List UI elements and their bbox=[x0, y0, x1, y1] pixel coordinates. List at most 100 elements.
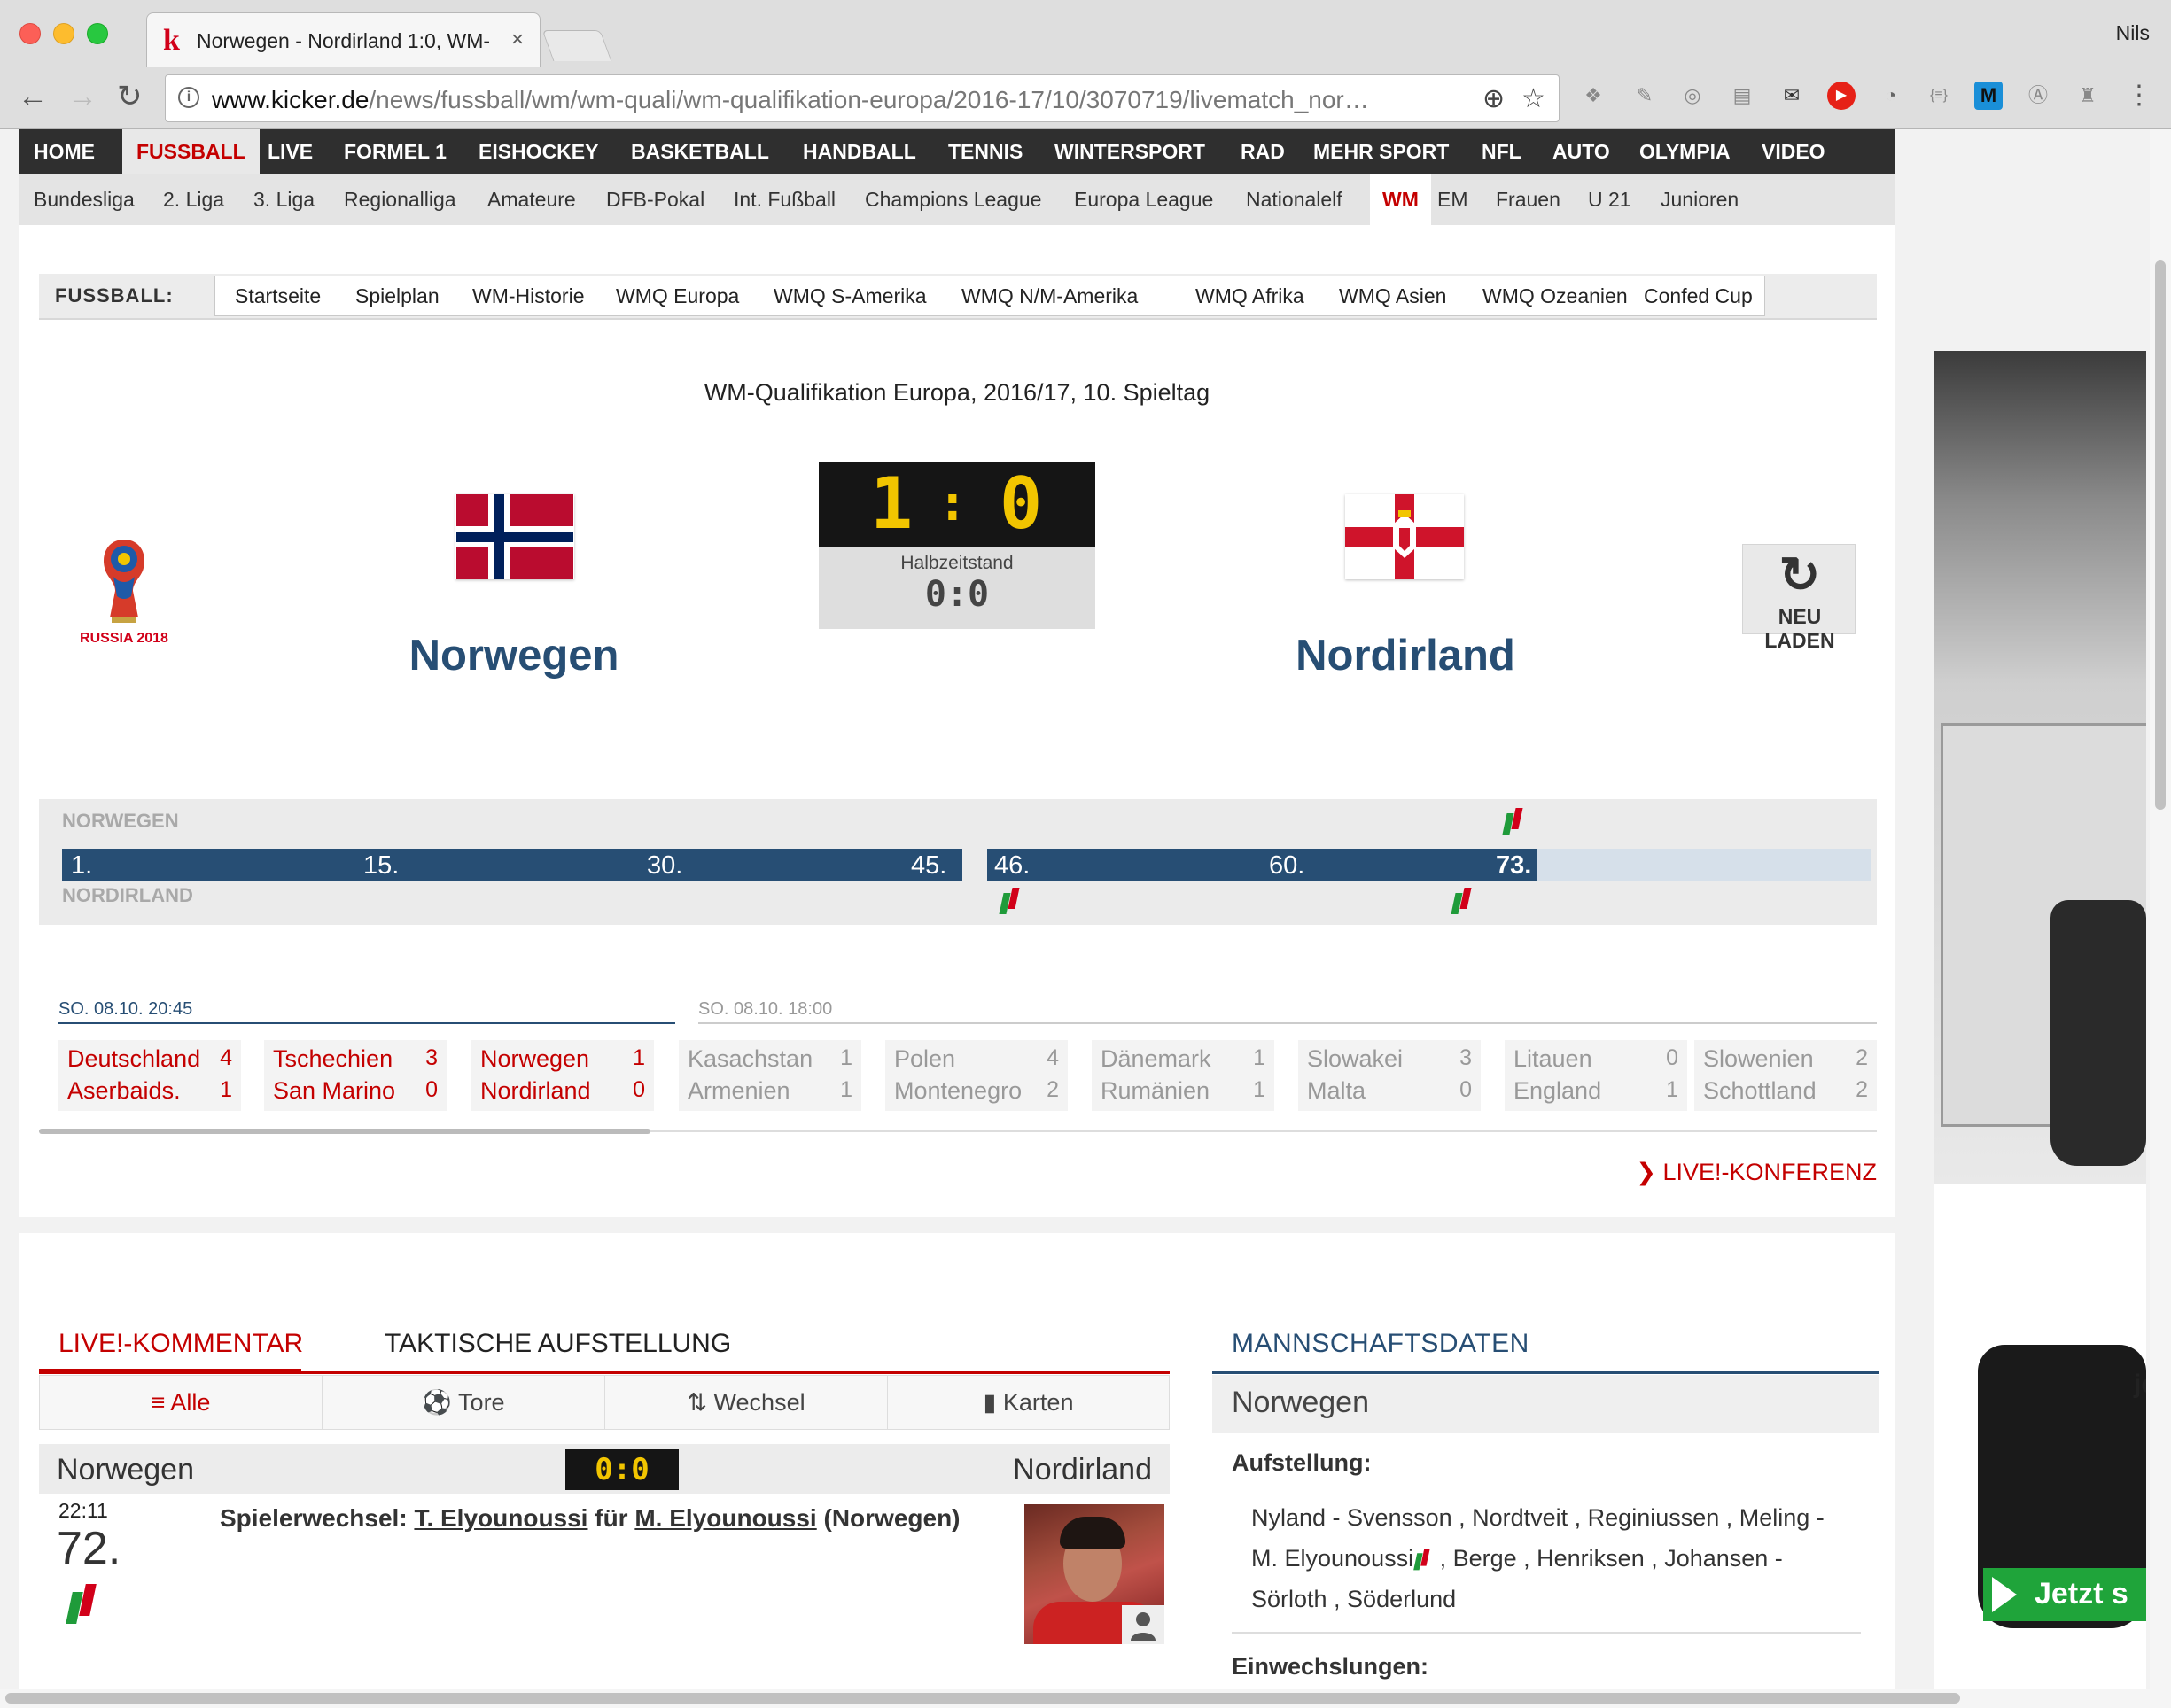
comp-wmq-afrika[interactable]: WMQ Afrika bbox=[1195, 276, 1304, 315]
profile-name[interactable]: Nils bbox=[2116, 21, 2150, 45]
subnav-regionalliga[interactable]: Regionalliga bbox=[344, 174, 456, 225]
ad-cta-button[interactable]: Jetzt s bbox=[1983, 1568, 2146, 1621]
comp-wmq-nm-amerika[interactable]: WMQ N/M-Amerika bbox=[961, 276, 1138, 315]
match-card[interactable]: Kasachstan 1 Armenien 1 bbox=[679, 1040, 861, 1111]
comp-wmq-europa[interactable]: WMQ Europa bbox=[616, 276, 739, 315]
subnav-2-liga[interactable]: 2. Liga bbox=[163, 174, 224, 225]
close-window-button[interactable] bbox=[19, 23, 41, 44]
tab-live-kommentar[interactable]: LIVE!-KOMMENTAR bbox=[58, 1329, 303, 1359]
tab-close-icon[interactable]: × bbox=[511, 27, 524, 52]
filter-wechsel[interactable]: ⇅ Wechsel bbox=[605, 1376, 888, 1429]
browser-tab[interactable]: k Norwegen - Nordirland 1:0, WM-Quali × bbox=[146, 12, 541, 67]
json-extension-icon[interactable]: {≡} bbox=[1925, 82, 1953, 110]
substitution-icon[interactable] bbox=[1451, 888, 1473, 914]
filter-karten[interactable]: ▮ Karten bbox=[888, 1376, 1169, 1429]
notes-extension-icon[interactable]: ▤ bbox=[1728, 82, 1756, 110]
match-card[interactable]: Slowakei 3 Malta 0 bbox=[1298, 1040, 1481, 1111]
subnav-em[interactable]: EM bbox=[1437, 174, 1468, 225]
subnav-3-liga[interactable]: 3. Liga bbox=[253, 174, 315, 225]
comp-wmq-asien[interactable]: WMQ Asien bbox=[1339, 276, 1446, 315]
extension-icon[interactable]: ❖ bbox=[1579, 82, 1607, 110]
nav-auto[interactable]: AUTO bbox=[1552, 129, 1610, 174]
extension-icon[interactable]: ♜ bbox=[2074, 82, 2102, 110]
nav-eishockey[interactable]: EISHOCKEY bbox=[479, 129, 598, 174]
m-extension-icon[interactable]: M bbox=[1974, 82, 2003, 110]
subnav-dfb-pokal[interactable]: DFB-Pokal bbox=[606, 174, 704, 225]
match-card[interactable]: Slowenien 2 Schottland 2 bbox=[1694, 1040, 1877, 1111]
minimize-window-button[interactable] bbox=[53, 23, 74, 44]
vertical-scroll-thumb[interactable] bbox=[2155, 260, 2166, 810]
nav-video[interactable]: VIDEO bbox=[1762, 129, 1825, 174]
filter-tore[interactable]: ⚽ Tore bbox=[323, 1376, 605, 1429]
comp-spielplan[interactable]: Spielplan bbox=[355, 276, 440, 315]
match-card[interactable]: Litauen 0 England 1 bbox=[1505, 1040, 1687, 1111]
subnav-u21[interactable]: U 21 bbox=[1588, 174, 1631, 225]
new-tab-button[interactable] bbox=[541, 30, 612, 61]
match-card[interactable]: Tschechien 3 San Marino 0 bbox=[264, 1040, 447, 1111]
scores-scrollbar[interactable] bbox=[39, 1129, 650, 1134]
live-konferenz-link[interactable]: ❯ LIVE!-KONFERENZ bbox=[1636, 1159, 1877, 1186]
nav-rad[interactable]: RAD bbox=[1241, 129, 1285, 174]
subnav-champions-league[interactable]: Champions League bbox=[865, 174, 1041, 225]
mail-extension-icon[interactable]: ✉ bbox=[1778, 82, 1806, 110]
reload-button[interactable]: ↻ NEU LADEN bbox=[1742, 544, 1856, 652]
match-card[interactable]: Dänemark 1 Rumänien 1 bbox=[1092, 1040, 1274, 1111]
extension-icon[interactable]: ◎ bbox=[1678, 82, 1707, 110]
match-card[interactable]: Norwegen 1 Nordirland 0 bbox=[471, 1040, 654, 1111]
vertical-scrollbar[interactable] bbox=[2150, 129, 2171, 1690]
bookmark-star-icon[interactable]: ☆ bbox=[1521, 83, 1545, 114]
subnav-europa-league[interactable]: Europa League bbox=[1074, 174, 1213, 225]
nav-handball[interactable]: HANDBALL bbox=[803, 129, 916, 174]
eyedropper-extension-icon[interactable]: ✎ bbox=[1630, 82, 1659, 110]
nav-olympia[interactable]: OLYMPIA bbox=[1639, 129, 1731, 174]
nav-home[interactable]: HOME bbox=[34, 129, 95, 174]
nav-fussball[interactable]: FUSSBALL bbox=[122, 129, 260, 174]
comp-wm-historie[interactable]: WM-Historie bbox=[472, 276, 585, 315]
comp-wmq-ozeanien[interactable]: WMQ Ozeanien bbox=[1482, 276, 1628, 315]
nav-mehr-sport[interactable]: MEHR SPORT bbox=[1313, 129, 1449, 174]
home-team-name[interactable]: Norwegen bbox=[337, 631, 691, 680]
url-text[interactable]: www.kicker.de/news/fussball/wm/wm-quali/… bbox=[212, 86, 1369, 114]
address-bar[interactable]: i www.kicker.de/news/fussball/wm/wm-qual… bbox=[165, 74, 1560, 122]
subnav-bundesliga[interactable]: Bundesliga bbox=[34, 174, 135, 225]
nav-wintersport[interactable]: WINTERSPORT bbox=[1054, 129, 1205, 174]
extension-icon[interactable]: ◔ bbox=[1877, 82, 1905, 110]
subnav-amateure[interactable]: Amateure bbox=[487, 174, 576, 225]
lineup-line[interactable]: M. Elyounoussi , Berge , Henriksen , Joh… bbox=[1251, 1538, 1854, 1579]
match-card[interactable]: Polen 4 Montenegro 2 bbox=[885, 1040, 1068, 1111]
a-extension-icon[interactable]: Ⓐ bbox=[2024, 82, 2052, 110]
match-card[interactable]: Deutschland 4 Aserbaids. 1 bbox=[58, 1040, 241, 1111]
horizontal-scrollbar[interactable] bbox=[0, 1689, 2171, 1708]
subnav-junioren[interactable]: Junioren bbox=[1661, 174, 1739, 225]
back-arrow-icon[interactable]: ← bbox=[18, 82, 48, 112]
info-icon[interactable]: i bbox=[178, 87, 199, 108]
nav-formel1[interactable]: FORMEL 1 bbox=[344, 129, 447, 174]
away-team-name[interactable]: Nordirland bbox=[1228, 631, 1583, 680]
nav-basketball[interactable]: BASKETBALL bbox=[631, 129, 769, 174]
comp-confed-cup[interactable]: Confed Cup bbox=[1644, 276, 1753, 315]
nav-nfl[interactable]: NFL bbox=[1482, 129, 1521, 174]
player-out-link[interactable]: M. Elyounoussi bbox=[634, 1504, 816, 1532]
nav-live[interactable]: LIVE bbox=[268, 129, 313, 174]
tab-taktische-aufstellung[interactable]: TAKTISCHE AUFSTELLUNG bbox=[385, 1329, 731, 1359]
subnav-int-fussball[interactable]: Int. Fußball bbox=[734, 174, 836, 225]
subnav-frauen[interactable]: Frauen bbox=[1496, 174, 1560, 225]
lineup-player[interactable]: M. Elyounoussi bbox=[1251, 1545, 1413, 1572]
substitution-icon[interactable] bbox=[999, 888, 1021, 914]
subnav-wm[interactable]: WM bbox=[1370, 174, 1431, 225]
reload-icon[interactable]: ↻ bbox=[117, 82, 143, 112]
comp-wmq-s-amerika[interactable]: WMQ S-Amerika bbox=[774, 276, 927, 315]
lineup-line[interactable]: Sörloth , Söderlund bbox=[1251, 1579, 1854, 1619]
horizontal-scroll-thumb[interactable] bbox=[5, 1693, 1960, 1704]
nav-tennis[interactable]: TENNIS bbox=[948, 129, 1023, 174]
video-extension-icon[interactable]: ▶ bbox=[1827, 82, 1856, 110]
zoom-icon[interactable]: ⊕ bbox=[1482, 83, 1505, 114]
comp-startseite[interactable]: Startseite bbox=[235, 276, 321, 315]
substitution-icon[interactable] bbox=[1502, 808, 1524, 835]
player-photo[interactable] bbox=[1024, 1504, 1164, 1644]
maximize-window-button[interactable] bbox=[87, 23, 108, 44]
lineup-line[interactable]: Nyland - Svensson , Nordtveit , Reginius… bbox=[1251, 1497, 1854, 1538]
menu-icon[interactable]: ⋮ bbox=[2125, 82, 2153, 110]
player-in-link[interactable]: T. Elyounoussi bbox=[414, 1504, 587, 1532]
filter-alle[interactable]: ≡ Alle bbox=[40, 1376, 323, 1429]
